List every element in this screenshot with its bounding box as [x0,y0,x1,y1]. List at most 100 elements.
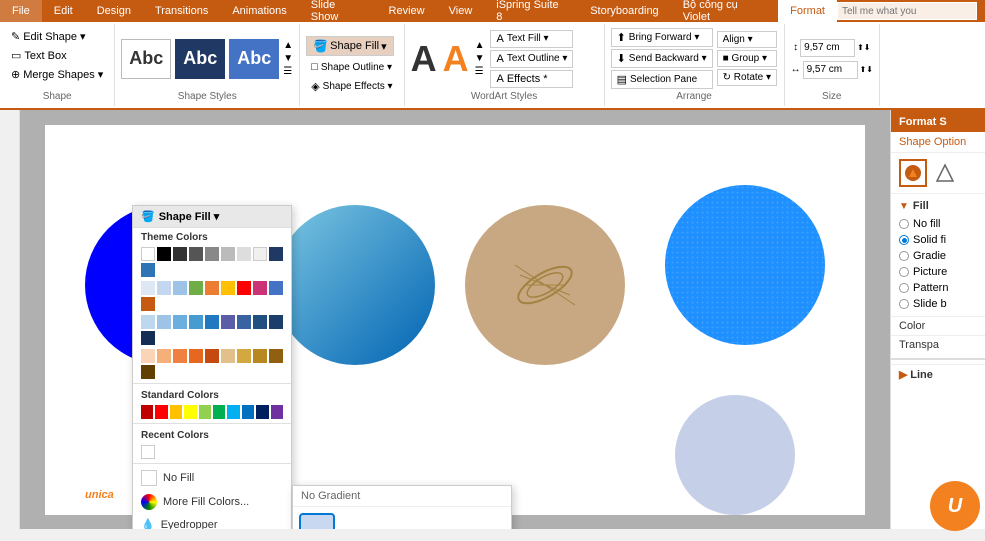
circle-pattern[interactable] [665,185,825,345]
tc-16[interactable] [221,281,235,295]
shape-styles-more[interactable]: ▲ [283,40,293,51]
tab-design[interactable]: Design [85,0,143,22]
shape-style-1[interactable]: Abc [121,39,171,79]
tc-17[interactable] [237,281,251,295]
fill-effects-icon-btn[interactable] [899,159,927,187]
recent-color-1[interactable] [141,445,155,459]
no-fill-item[interactable]: No Fill [133,466,291,490]
sc-5[interactable] [199,405,211,419]
tc-24[interactable] [189,315,203,329]
line-link[interactable]: ▶ Line [891,364,985,384]
fill-expand-arrow[interactable]: ▼ [899,201,909,212]
tab-review[interactable]: Review [377,0,437,22]
tc-32[interactable] [157,349,171,363]
tc-26[interactable] [221,315,235,329]
circle-gradient[interactable] [275,205,435,365]
circle-light[interactable] [675,395,795,515]
tc-30[interactable] [141,331,155,345]
tc-38[interactable] [253,349,267,363]
tab-format[interactable]: Format [778,0,837,22]
height-spin[interactable]: ⬆⬇ [857,43,870,52]
theme-color-1[interactable] [141,247,155,261]
text-outline-button[interactable]: A Text Outline ▾ [490,50,573,68]
sc-1[interactable] [141,405,153,419]
tc-22[interactable] [157,315,171,329]
text-box-button[interactable]: ▭ Text Box [6,47,72,64]
picture-radio[interactable]: Picture [899,266,977,278]
edit-shape-button[interactable]: ✎ Edit Shape ▾ [6,28,91,45]
tc-11[interactable] [141,281,155,295]
bring-forward-button[interactable]: ⬆ Bring Forward ▾ [611,28,713,47]
height-input[interactable] [800,39,855,57]
sc-10[interactable] [271,405,283,419]
tc-13[interactable] [173,281,187,295]
width-input[interactable] [803,61,858,79]
help-input[interactable] [837,2,977,20]
shape-icon-btn[interactable] [931,159,959,187]
tc-40[interactable] [141,365,155,379]
pattern-radio[interactable]: Pattern [899,282,977,294]
tab-file[interactable]: File [0,0,42,22]
sc-2[interactable] [155,405,167,419]
tc-27[interactable] [237,315,251,329]
sc-7[interactable] [227,405,239,419]
theme-color-10[interactable] [141,263,155,277]
tc-28[interactable] [253,315,267,329]
tc-21[interactable] [141,315,155,329]
tab-ispring[interactable]: iSpring Suite 8 [484,0,578,22]
merge-shapes-button[interactable]: ⊕ Merge Shapes ▾ [6,66,108,83]
theme-color-9[interactable] [269,247,283,261]
gradient-radio[interactable]: Gradie [899,250,977,262]
tab-edit[interactable]: Edit [42,0,85,22]
gradient-no-gradient[interactable] [299,513,335,529]
tc-35[interactable] [205,349,219,363]
width-spin[interactable]: ⬆⬇ [860,65,873,74]
solid-fill-radio[interactable]: Solid fi [899,234,977,246]
tc-31[interactable] [141,349,155,363]
edit-shape-arrow[interactable]: ▾ [80,30,86,43]
tc-23[interactable] [173,315,187,329]
tc-33[interactable] [173,349,187,363]
color-link[interactable]: Color [891,316,985,335]
tc-19[interactable] [269,281,283,295]
merge-arrow[interactable]: ▾ [98,68,104,81]
shape-styles-less[interactable]: ▼ [283,53,293,64]
sc-4[interactable] [184,405,196,419]
eyedropper-item[interactable]: 💧 Eyedropper [133,514,291,529]
theme-color-6[interactable] [221,247,235,261]
shape-style-2[interactable]: Abc [175,39,225,79]
shape-outline-button[interactable]: □ Shape Outline ▾ [306,59,397,75]
tab-transitions[interactable]: Transitions [143,0,220,22]
send-backward-button[interactable]: ⬇ Send Backward ▾ [611,49,713,68]
sc-6[interactable] [213,405,225,419]
wordart-expand[interactable]: ☰ [475,66,485,77]
tc-14[interactable] [189,281,203,295]
tc-12[interactable] [157,281,171,295]
slidebg-radio[interactable]: Slide b [899,298,977,310]
theme-color-4[interactable] [189,247,203,261]
no-fill-radio[interactable]: No fill [899,218,977,230]
tc-18[interactable] [253,281,267,295]
tc-36[interactable] [221,349,235,363]
tc-29[interactable] [269,315,283,329]
tc-25[interactable] [205,315,219,329]
tab-slideshow[interactable]: Slide Show [299,0,377,22]
sc-8[interactable] [242,405,254,419]
group-button[interactable]: ■ Group ▾ [717,50,777,67]
sc-3[interactable] [170,405,182,419]
rotate-button[interactable]: ↻ Rotate ▾ [717,69,777,86]
selection-pane-button[interactable]: ▤ Selection Pane [611,70,713,89]
shape-fill-arrow[interactable]: ▾ [381,40,387,53]
tab-animations[interactable]: Animations [220,0,298,22]
tab-view[interactable]: View [437,0,485,22]
align-button[interactable]: Align ▾ [717,31,777,48]
tab-storyboarding[interactable]: Storyboarding [578,0,671,22]
transparency-link[interactable]: Transpa [891,335,985,354]
tc-39[interactable] [269,349,283,363]
tab-bocongcu[interactable]: Bộ công cụ Violet [671,0,778,22]
wordart-less[interactable]: ▼ [475,53,485,64]
shape-style-3[interactable]: Abc [229,39,279,79]
more-colors-item[interactable]: More Fill Colors... [133,490,291,514]
tc-34[interactable] [189,349,203,363]
circle-texture[interactable] [465,205,625,365]
